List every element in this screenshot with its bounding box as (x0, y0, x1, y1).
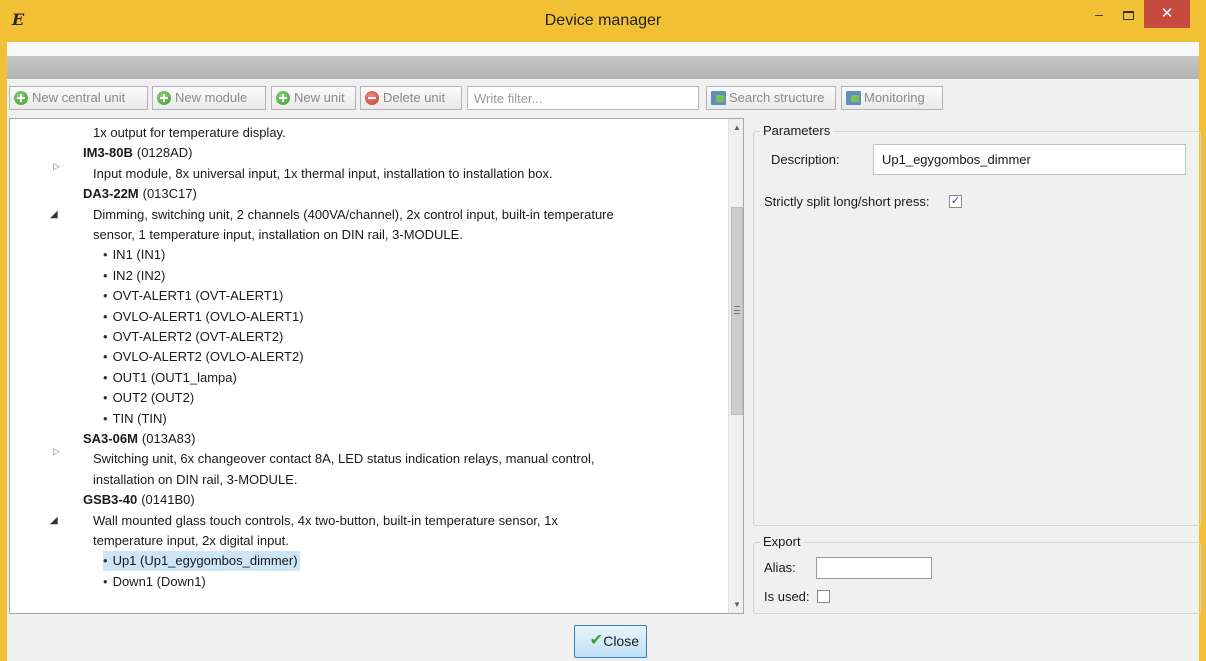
device-name: GSB3-40 (83, 492, 138, 508)
tree-channel-item[interactable]: OVT-ALERT2 (OVT-ALERT2) (103, 327, 284, 347)
search-structure-label: Search structure (729, 90, 825, 105)
grip-icon (734, 306, 740, 314)
add-icon (157, 91, 171, 105)
new-central-unit-label: New central unit (32, 90, 126, 105)
channel-label: OVLO-ALERT2 (OVLO-ALERT2) (112, 349, 304, 365)
tree-channel-item[interactable]: OVLO-ALERT1 (OVLO-ALERT1) (103, 307, 304, 327)
channel-label: OVT-ALERT1 (OVT-ALERT1) (112, 288, 284, 304)
tree-device-item[interactable]: GSB3-40 (0141B0) (83, 490, 195, 510)
tree-channel-item[interactable]: Up1 (Up1_egygombos_dimmer) (103, 551, 300, 572)
tree-channel-item[interactable]: IN1 (IN1) (103, 245, 166, 265)
is-used-label: Is used: (764, 589, 810, 604)
close-button[interactable]: ✔ Close (574, 625, 647, 658)
device-code: (0141B0) (141, 492, 195, 508)
tree-channel-item[interactable]: Down1 (Down1) (103, 572, 206, 592)
parameters-group-label: Parameters (760, 123, 834, 139)
split-press-label: Strictly split long/short press: (764, 194, 930, 209)
channel-label: OUT2 (OUT2) (112, 390, 195, 406)
expanded-arrow-icon[interactable]: ◢ (50, 205, 58, 225)
new-central-unit-button[interactable]: New central unit (9, 86, 148, 110)
monitoring-icon (846, 91, 861, 105)
export-group-label: Export (760, 534, 804, 550)
description-input[interactable] (873, 144, 1186, 175)
tree-device-item[interactable]: DA3-22M (013C17) (83, 184, 197, 204)
window-title: Device manager (544, 12, 662, 29)
export-group: Export Alias: Is used: (753, 534, 1201, 614)
scroll-up-arrow-icon[interactable]: ▲ (729, 119, 743, 136)
scroll-down-arrow-icon[interactable]: ▼ (729, 596, 743, 613)
remove-icon (365, 91, 379, 105)
tree-channel-item[interactable]: TIN (TIN) (103, 409, 167, 429)
delete-unit-button[interactable]: Delete unit (360, 86, 462, 110)
scrollbar-thumb[interactable] (731, 207, 743, 415)
channel-label: IN2 (IN2) (112, 267, 166, 283)
device-name: IM3-80B (83, 145, 133, 161)
channel-label: OUT1 (OUT1_lampa) (112, 369, 237, 385)
tree-description-text: 1x output for temperature display. (93, 125, 286, 140)
channel-label: IN1 (IN1) (112, 247, 166, 263)
channel-label: Up1 (Up1_egygombos_dimmer) (112, 553, 298, 569)
new-unit-label: New unit (294, 90, 345, 105)
maximize-button[interactable] (1114, 0, 1142, 28)
collapsed-arrow-icon[interactable]: ▷ (53, 156, 60, 176)
title-bar[interactable]: E Device manager ‒ ✕ (0, 0, 1206, 42)
description-label: Description: (771, 152, 840, 167)
split-press-checkbox[interactable]: ✓ (949, 195, 962, 208)
device-code: (0128AD) (136, 145, 193, 161)
tree-description-text: temperature input, 2x digital input. (93, 533, 289, 548)
tree-channel-item[interactable]: OVLO-ALERT2 (OVLO-ALERT2) (103, 347, 304, 367)
collapsed-arrow-icon[interactable]: ▷ (53, 441, 60, 461)
device-name: SA3-06M (83, 431, 138, 446)
minimize-button[interactable]: ‒ (1086, 0, 1112, 28)
alias-input[interactable] (816, 557, 932, 579)
add-icon (276, 91, 290, 105)
search-structure-button[interactable]: Search structure (706, 86, 836, 110)
expanded-arrow-icon[interactable]: ◢ (50, 511, 58, 531)
close-button-label: Close (603, 633, 639, 649)
tree-scrollbar[interactable]: ▲ ▼ (728, 119, 743, 613)
tree-device-item[interactable]: IM3-80B (0128AD) (83, 143, 193, 163)
device-code: (013A83) (141, 431, 196, 446)
channel-label: TIN (TIN) (112, 410, 167, 426)
header-bar (7, 56, 1199, 79)
tree-channel-item[interactable]: OVT-ALERT1 (OVT-ALERT1) (103, 286, 284, 306)
menu-strip (7, 42, 1199, 56)
device-tree-panel: 1x output for temperature display. IM3-80… (9, 118, 744, 614)
filter-input[interactable] (467, 86, 699, 110)
device-code: (013C17) (142, 186, 197, 202)
toolbar: New central unit New module New unit Del… (7, 84, 1199, 114)
tree-channel-item[interactable]: OUT2 (OUT2) (103, 388, 195, 408)
close-window-button[interactable]: ✕ (1144, 0, 1190, 28)
channel-label: OVT-ALERT2 (OVT-ALERT2) (112, 329, 284, 344)
device-name: DA3-22M (83, 186, 139, 202)
tree-description-text: Wall mounted glass touch controls, 4x tw… (93, 512, 558, 528)
tree-description-text: sensor, 1 temperature input, installatio… (93, 227, 463, 242)
monitoring-button[interactable]: Monitoring (841, 86, 943, 110)
maximize-icon (1122, 10, 1134, 20)
device-tree[interactable]: 1x output for temperature display. IM3-80… (10, 119, 728, 613)
new-module-button[interactable]: New module (152, 86, 266, 110)
alias-label: Alias: (764, 560, 796, 575)
tree-description-text: installation on DIN rail, 3-MODULE. (93, 471, 298, 487)
monitoring-label: Monitoring (864, 90, 925, 105)
channel-label: Down1 (Down1) (112, 573, 206, 589)
tree-channel-item[interactable]: IN2 (IN2) (103, 266, 166, 286)
channel-label: OVLO-ALERT1 (OVLO-ALERT1) (112, 308, 304, 324)
new-unit-button[interactable]: New unit (271, 86, 356, 110)
new-module-label: New module (175, 90, 248, 105)
parameters-group: Parameters Description: Strictly split l… (753, 123, 1201, 526)
tree-description-text: Input module, 8x universal input, 1x the… (93, 165, 553, 181)
delete-unit-label: Delete unit (383, 90, 446, 105)
checkmark-icon: ✔ (589, 632, 603, 649)
tree-description-text: Dimming, switching unit, 2 channels (400… (93, 206, 614, 222)
is-used-checkbox[interactable] (817, 590, 830, 603)
tree-device-item[interactable]: SA3-06M (013A83) (83, 429, 195, 449)
search-structure-icon (711, 91, 726, 105)
tree-description-text: Switching unit, 6x changeover contact 8A… (93, 451, 595, 467)
tree-channel-item[interactable]: OUT1 (OUT1_lampa) (103, 368, 237, 388)
add-icon (14, 91, 28, 105)
